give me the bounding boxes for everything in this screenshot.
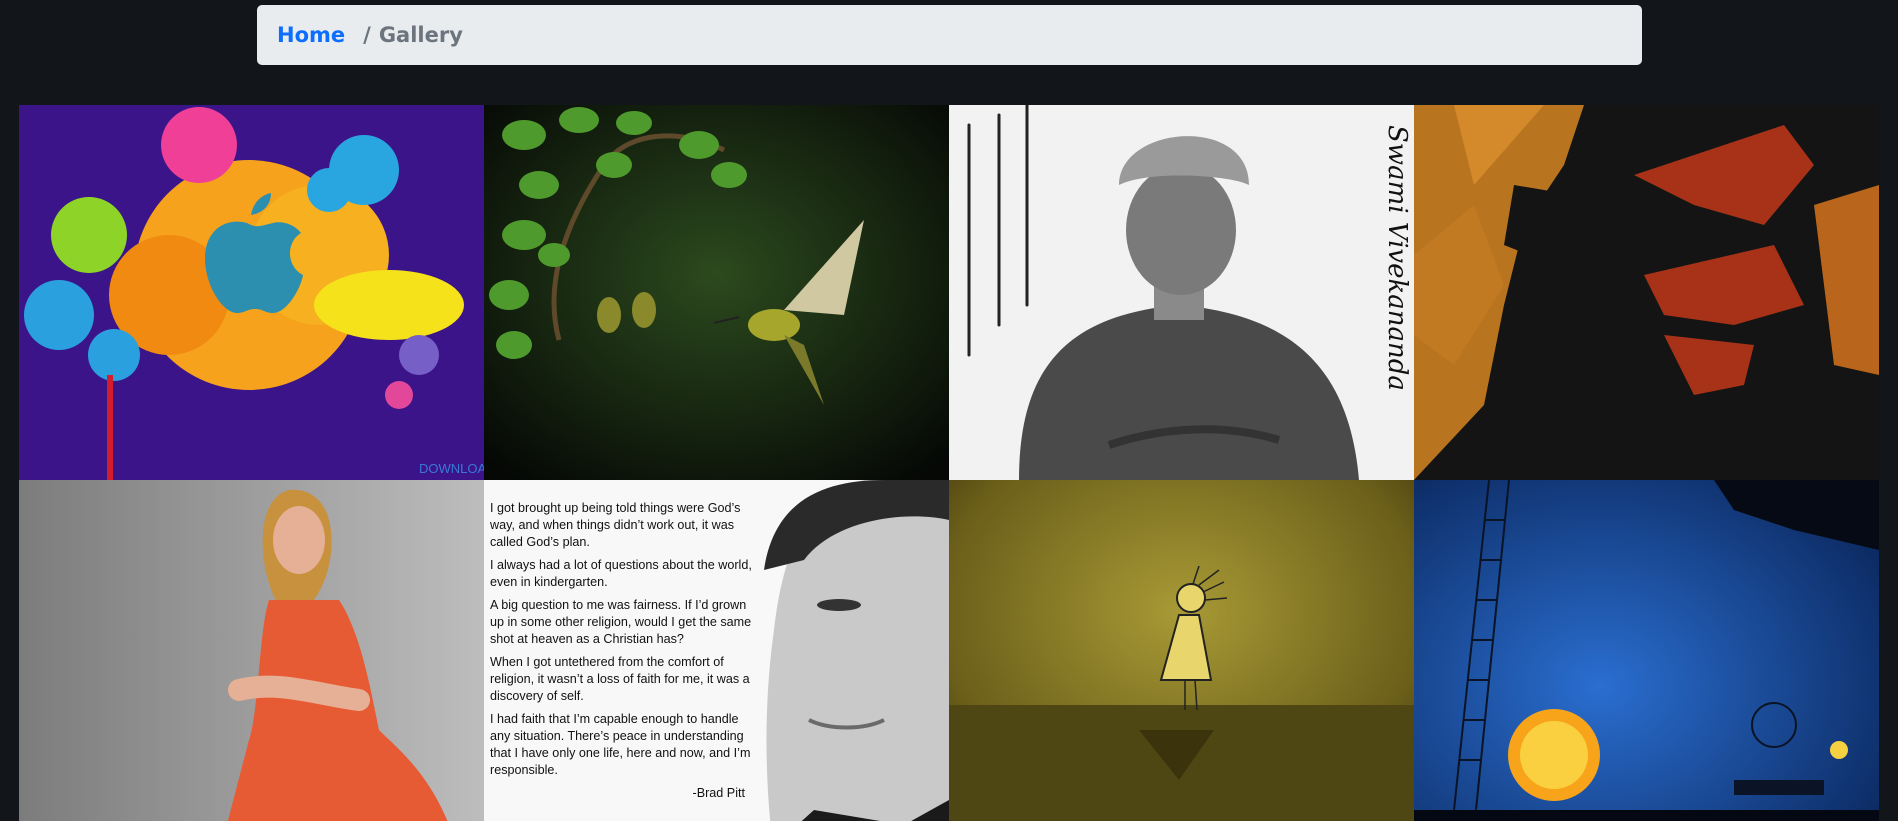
- gallery-image-hummingbirds[interactable]: [484, 105, 949, 480]
- svg-text:DOWNLOADS: DOWNLOADS: [419, 461, 484, 476]
- quote-paragraph: A big question to me was fairness. If I’…: [490, 598, 752, 646]
- gallery-image-apple-splash[interactable]: DOWNLOADS: [19, 105, 484, 480]
- vivekananda-image: Swami Vivekananda: [949, 105, 1414, 480]
- gallery-image-woman-orange-dress[interactable]: [19, 480, 484, 821]
- svg-text:Swami Vivekananda: Swami Vivekananda: [1382, 125, 1412, 391]
- gallery-image-brad-pitt-quote[interactable]: I got brought up being told things were …: [484, 480, 949, 821]
- gallery-image-stick-figure[interactable]: [949, 480, 1414, 821]
- quote-attribution: -Brad Pitt: [692, 786, 746, 800]
- quote-paragraph: I got brought up being told things were …: [490, 501, 741, 549]
- stick-figure-image: [949, 480, 1414, 821]
- quote-paragraph: I had faith that I’m capable enough to h…: [490, 712, 751, 777]
- hummingbirds-image: [484, 105, 949, 480]
- breadcrumb-current: Gallery: [378, 23, 463, 47]
- quote-text: I got brought up being told things were …: [490, 500, 755, 808]
- quote-paragraph: When I got untethered from the comfort o…: [490, 655, 750, 703]
- breadcrumb-home-link[interactable]: Home: [277, 23, 345, 47]
- woman-orange-dress-image: [19, 480, 484, 821]
- gallery-image-night-sun[interactable]: [1414, 480, 1879, 821]
- apple-splash-image: DOWNLOADS: [19, 105, 484, 480]
- night-sun-image: [1414, 480, 1879, 821]
- quote-paragraph: I always had a lot of questions about th…: [490, 558, 752, 589]
- breadcrumb: Home / Gallery: [257, 5, 1642, 65]
- gallery-grid: DOWNLOADS: [19, 105, 1879, 821]
- gallery-image-vivekananda[interactable]: Swami Vivekananda: [949, 105, 1414, 480]
- breadcrumb-separator: /: [363, 23, 371, 47]
- abstract-face-image: [1414, 105, 1879, 480]
- gallery-image-abstract-face[interactable]: [1414, 105, 1879, 480]
